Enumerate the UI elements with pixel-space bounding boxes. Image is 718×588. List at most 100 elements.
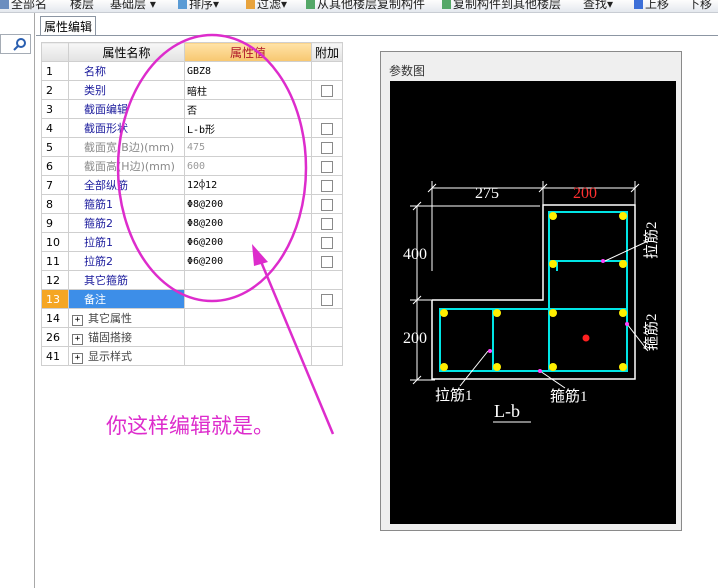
add-cell bbox=[311, 289, 343, 309]
property-value[interactable]: GBZ8 bbox=[184, 61, 312, 81]
property-name: 名称 bbox=[68, 61, 185, 81]
toolbar-item-move-down[interactable]: 下移 bbox=[688, 0, 712, 12]
property-name: 截面编辑 bbox=[68, 99, 185, 119]
toolbar-item-floor: 楼层 bbox=[70, 0, 95, 11]
stirrup-2 bbox=[548, 211, 628, 372]
expand-icon[interactable]: + bbox=[72, 315, 83, 326]
property-value[interactable]: 暗柱 bbox=[184, 80, 312, 100]
search-icon[interactable] bbox=[13, 37, 27, 51]
property-name: 备注 bbox=[68, 289, 185, 309]
toolbar-item-rename[interactable]: 全部名 bbox=[0, 0, 47, 12]
header-value: 属性值 bbox=[184, 42, 312, 62]
toolbar-item-move-up[interactable]: 上移 bbox=[634, 0, 669, 12]
add-cell bbox=[311, 251, 343, 271]
property-name: 拉筋1 bbox=[68, 232, 185, 252]
add-checkbox[interactable] bbox=[321, 179, 333, 192]
table-row[interactable]: 2 类别 暗柱 bbox=[41, 80, 343, 100]
table-row[interactable]: 3 截面编辑 否 bbox=[41, 99, 343, 119]
toolbar-item-find[interactable]: 查找▾ bbox=[583, 0, 613, 12]
stirrup-1 bbox=[439, 308, 628, 372]
property-value[interactable]: 否 bbox=[184, 99, 312, 119]
add-checkbox[interactable] bbox=[321, 84, 333, 97]
table-row-group[interactable]: 14 + 其它属性 bbox=[41, 308, 343, 328]
add-checkbox[interactable] bbox=[321, 217, 333, 230]
add-cell bbox=[311, 61, 343, 81]
toolbar-item-copy-to-floor[interactable]: 复制构件到其他楼层 bbox=[442, 0, 561, 12]
property-value[interactable] bbox=[184, 270, 312, 290]
param-canvas: 275 200 400 200 拉筋1 箍筋1 拉筋2 箍筋2 L-b bbox=[390, 81, 676, 524]
rebar-dot bbox=[493, 309, 501, 317]
row-number: 6 bbox=[41, 156, 69, 176]
property-name: 其它箍筋 bbox=[68, 270, 185, 290]
add-checkbox[interactable] bbox=[321, 236, 333, 249]
property-value[interactable]: Φ8@200 bbox=[184, 213, 312, 233]
row-number: 8 bbox=[41, 194, 69, 214]
expand-icon[interactable]: + bbox=[72, 353, 83, 364]
property-value bbox=[184, 346, 312, 366]
property-value[interactable]: 600 bbox=[184, 156, 312, 176]
property-value[interactable]: Φ8@200 bbox=[184, 194, 312, 214]
main-toolbar: 全部名 楼层 基础层 ▾ 排序▾ 过滤▾ 从其他楼层复制构件 复制构件到其他楼层… bbox=[0, 0, 718, 13]
toolbar-item-filter[interactable]: 过滤▾ bbox=[246, 0, 287, 12]
dim-label-left-upper: 400 bbox=[403, 246, 427, 263]
arrow-up-icon bbox=[634, 0, 643, 9]
property-group: + 显示样式 bbox=[68, 346, 185, 366]
search-input[interactable] bbox=[0, 34, 31, 54]
add-checkbox[interactable] bbox=[321, 255, 333, 268]
add-cell bbox=[311, 175, 343, 195]
table-row-selected[interactable]: 13 备注 bbox=[41, 289, 343, 309]
row-number: 11 bbox=[41, 251, 69, 271]
header-add: 附加 bbox=[311, 42, 343, 62]
table-row[interactable]: 7 全部纵筋 12⌽12 bbox=[41, 175, 343, 195]
property-group: + 其它属性 bbox=[68, 308, 185, 328]
row-number: 7 bbox=[41, 175, 69, 195]
add-cell bbox=[311, 118, 343, 138]
rebar-dot bbox=[549, 309, 557, 317]
row-number: 26 bbox=[41, 327, 69, 347]
table-row[interactable]: 5 截面宽(B边)(mm) 475 bbox=[41, 137, 343, 157]
panel-title: 参数图 bbox=[389, 64, 426, 78]
add-checkbox[interactable] bbox=[321, 122, 333, 135]
table-row-group[interactable]: 41 + 显示样式 bbox=[41, 346, 343, 366]
row-number: 12 bbox=[41, 270, 69, 290]
table-row[interactable]: 8 箍筋1 Φ8@200 bbox=[41, 194, 343, 214]
toolbar-item-sort[interactable]: 排序▾ bbox=[178, 0, 219, 12]
table-row[interactable]: 6 截面高(H边)(mm) 600 bbox=[41, 156, 343, 176]
property-value[interactable]: 475 bbox=[184, 137, 312, 157]
shape-name: L-b bbox=[494, 401, 520, 421]
table-row[interactable]: 10 拉筋1 Φ6@200 bbox=[41, 232, 343, 252]
property-value bbox=[184, 308, 312, 328]
table-row[interactable]: 4 截面形状 L-b形 bbox=[41, 118, 343, 138]
expand-icon[interactable]: + bbox=[72, 334, 83, 345]
property-value[interactable]: Φ6@200 bbox=[184, 232, 312, 252]
table-row-group[interactable]: 26 + 锚固搭接 bbox=[41, 327, 343, 347]
annotation-text: 你这样编辑就是。 bbox=[106, 414, 274, 438]
left-panel bbox=[0, 13, 35, 588]
floor-select[interactable]: 基础层 ▾ bbox=[110, 0, 156, 12]
rebar-dot bbox=[493, 363, 501, 371]
property-value[interactable]: 12⌽12 bbox=[184, 175, 312, 195]
centroid-dot bbox=[582, 334, 590, 342]
add-checkbox[interactable] bbox=[321, 141, 333, 154]
marker-dot bbox=[488, 349, 492, 353]
tab-property-edit[interactable]: 属性编辑 bbox=[40, 16, 96, 36]
property-value[interactable]: L-b形 bbox=[184, 118, 312, 138]
add-cell bbox=[311, 327, 343, 347]
rebar-dot bbox=[549, 260, 557, 268]
table-row[interactable]: 9 箍筋2 Φ8@200 bbox=[41, 213, 343, 233]
toolbar-item-copy-from-floor[interactable]: 从其他楼层复制构件 bbox=[306, 0, 425, 12]
add-checkbox[interactable] bbox=[321, 160, 333, 173]
tab-divider bbox=[36, 35, 718, 36]
row-number: 5 bbox=[41, 137, 69, 157]
param-panel: 参数图 275 200 400 200 拉筋1 箍筋1 拉筋2 箍筋2 L-b bbox=[380, 51, 682, 531]
row-number: 9 bbox=[41, 213, 69, 233]
add-checkbox[interactable] bbox=[321, 198, 333, 211]
table-row[interactable]: 1 名称 GBZ8 bbox=[41, 61, 343, 81]
property-value[interactable] bbox=[184, 289, 312, 309]
table-row[interactable]: 12 其它箍筋 bbox=[41, 270, 343, 290]
marker-dot bbox=[625, 322, 629, 326]
table-row[interactable]: 11 拉筋2 Φ6@200 bbox=[41, 251, 343, 271]
property-value[interactable]: Φ6@200 bbox=[184, 251, 312, 271]
add-checkbox[interactable] bbox=[321, 293, 333, 306]
add-cell bbox=[311, 80, 343, 100]
